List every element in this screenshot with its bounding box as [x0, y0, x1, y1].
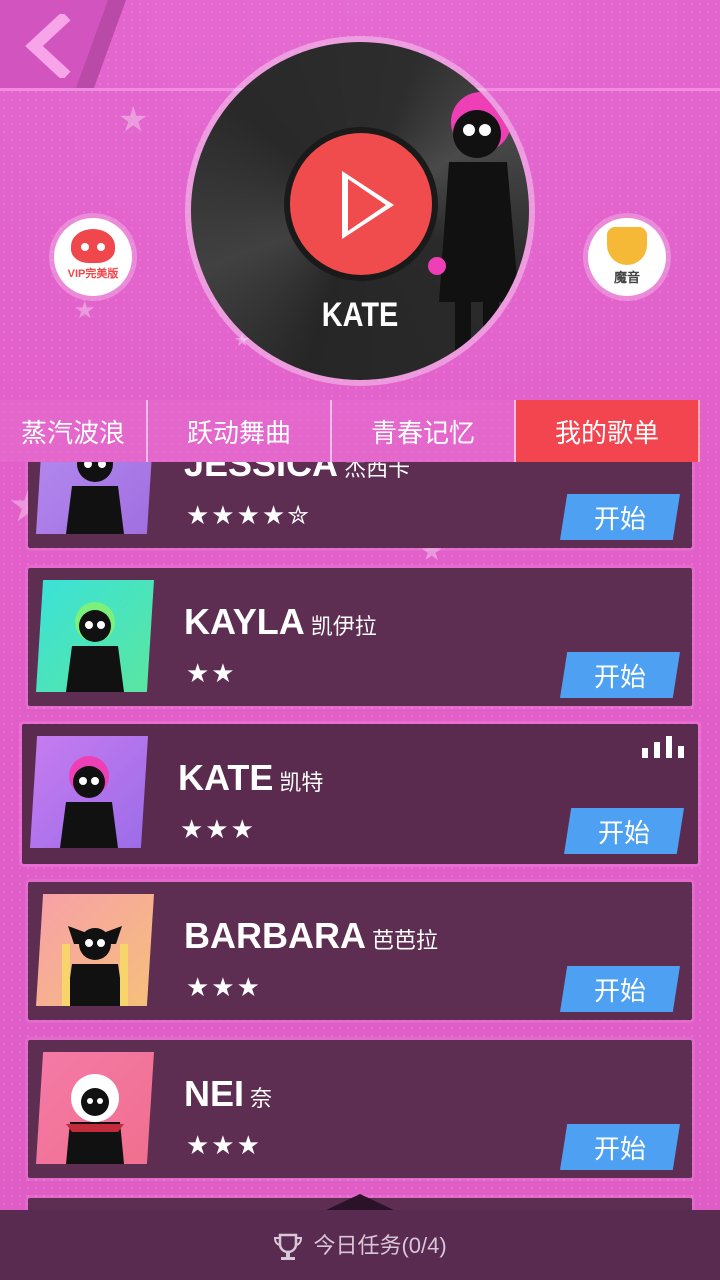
song-row[interactable]: JESSICA 杰西卡 ★★★★✮ 开始: [28, 462, 692, 548]
vip-button[interactable]: VIP完美版: [54, 218, 132, 296]
star-decoration: ★: [74, 297, 96, 324]
moyin-badge-icon: [597, 226, 657, 265]
moyin-label: 魔音: [613, 269, 640, 285]
character-silhouette-icon: [66, 462, 124, 534]
star-decoration: ★: [118, 101, 149, 139]
character-silhouette-icon: [60, 756, 118, 848]
song-rating: ★★★: [186, 972, 262, 1002]
song-thumbnail: [36, 1052, 154, 1164]
tab-dance[interactable]: 跃动舞曲: [148, 400, 332, 462]
back-arrow-icon[interactable]: [18, 14, 82, 78]
song-rating: ★★: [186, 658, 237, 688]
character-silhouette-icon: [66, 1074, 124, 1164]
moyin-button[interactable]: 魔音: [588, 218, 666, 296]
character-silhouette-icon: [428, 92, 519, 360]
play-button[interactable]: [290, 133, 432, 275]
trophy-icon: [274, 1233, 303, 1261]
song-thumbnail: [30, 736, 148, 848]
start-button[interactable]: 开始: [560, 966, 680, 1012]
song-rating: ★★★: [180, 814, 256, 844]
start-button[interactable]: 开始: [560, 494, 680, 540]
song-row-current[interactable]: KATE 凯特 ★★★ 开始: [22, 724, 698, 864]
daily-task-label: 今日任务(0/4): [313, 1233, 447, 1258]
tab-my-playlist[interactable]: 我的歌单: [516, 400, 700, 462]
start-button[interactable]: 开始: [560, 1124, 680, 1170]
tab-steam-wave[interactable]: 蒸汽波浪: [0, 400, 148, 462]
song-thumbnail: [36, 580, 154, 692]
headphones-icon: [71, 229, 115, 263]
song-row[interactable]: KAYLA 凯伊拉 ★★ 开始: [28, 568, 692, 706]
character-silhouette-icon: [62, 926, 128, 1006]
song-thumbnail: [36, 894, 154, 1006]
song-thumbnail: [36, 462, 154, 534]
start-button[interactable]: 开始: [564, 808, 684, 854]
daily-task[interactable]: 今日任务(0/4): [0, 1228, 720, 1262]
song-name: NEI 奈: [184, 1073, 273, 1114]
character-silhouette-icon: [66, 602, 124, 692]
current-song-title: KATE: [321, 296, 399, 334]
song-row[interactable]: BARBARA 芭芭拉 ★★★ 开始: [28, 882, 692, 1020]
start-button[interactable]: 开始: [560, 652, 680, 698]
song-name: JESSICA 杰西卡: [184, 462, 411, 484]
song-rating: ★★★: [186, 1130, 262, 1160]
vip-label: VIP完美版: [67, 268, 119, 280]
category-tabs: 蒸汽波浪 跃动舞曲 青春记忆 我的歌单: [0, 400, 720, 462]
song-name: KAYLA 凯伊拉: [184, 601, 377, 642]
song-name: BARBARA 芭芭拉: [184, 915, 439, 956]
song-list[interactable]: JESSICA 杰西卡 ★★★★✮ 开始 KAYLA 凯伊拉 ★★ 开始 KATE 凯…: [0, 462, 720, 1212]
song-rating: ★★★★✮: [186, 500, 312, 530]
song-name: KATE 凯特: [178, 757, 324, 798]
song-row[interactable]: NEI 奈 ★★★ 开始: [28, 1040, 692, 1178]
now-playing-equalizer-icon: [642, 736, 684, 758]
play-icon: [342, 171, 394, 239]
tab-youth-memory[interactable]: 青春记忆: [332, 400, 516, 462]
